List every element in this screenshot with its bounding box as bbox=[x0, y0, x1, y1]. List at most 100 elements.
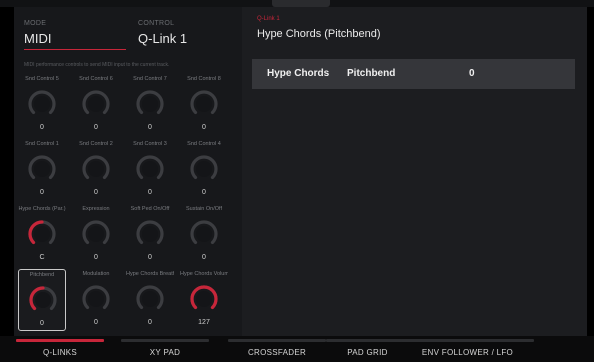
qlink-knob-15[interactable]: Hype Chords Breath 0 bbox=[126, 269, 174, 331]
knob-value: 0 bbox=[94, 124, 98, 131]
tab-indicator bbox=[121, 339, 209, 342]
knob-label: Pitchbend bbox=[29, 272, 55, 278]
knob-dial[interactable] bbox=[78, 216, 114, 252]
mode-label: MODE bbox=[24, 20, 47, 27]
tab-crossfader[interactable]: CROSSFADER bbox=[222, 336, 332, 362]
knob-center bbox=[196, 291, 212, 307]
qlink-knob-13[interactable]: Pitchbend 0 bbox=[18, 269, 66, 331]
knob-label: Modulation bbox=[82, 271, 110, 277]
knob-dial[interactable] bbox=[186, 86, 222, 122]
knob-dial[interactable] bbox=[186, 281, 222, 317]
knob-dial[interactable] bbox=[186, 151, 222, 187]
bottom-tab-bar: Q-LINKS XY PAD CROSSFADER PAD GRID ENV FOLLO… bbox=[0, 336, 594, 362]
top-handle[interactable] bbox=[272, 0, 330, 7]
qlink-knob-5[interactable]: Snd Control 1 0 bbox=[18, 139, 66, 201]
qlink-knob-7[interactable]: Snd Control 3 0 bbox=[126, 139, 174, 201]
knob-center bbox=[88, 161, 104, 177]
qlink-knob-16[interactable]: Hype Chords Volume 127 bbox=[180, 269, 228, 331]
knob-value: 0 bbox=[40, 124, 44, 131]
knob-center bbox=[142, 96, 158, 112]
knob-dial[interactable] bbox=[132, 216, 168, 252]
mode-underline bbox=[24, 49, 126, 50]
knob-label: Hype Chords Volume bbox=[180, 271, 228, 277]
qlink-knob-1[interactable]: Snd Control 5 0 bbox=[18, 74, 66, 136]
tab-env-follower-lfo[interactable]: ENV FOLLOWER / LFO bbox=[395, 336, 540, 362]
qlink-knob-9[interactable]: Hype Chords (Par.) C bbox=[18, 204, 66, 266]
knob-label: Hype Chords (Par.) bbox=[18, 206, 66, 212]
knob-value: 0 bbox=[148, 124, 152, 131]
qlink-knob-3[interactable]: Snd Control 7 0 bbox=[126, 74, 174, 136]
knob-label: Snd Control 2 bbox=[79, 141, 113, 147]
mode-value[interactable]: MIDI bbox=[24, 31, 51, 46]
tab-indicator bbox=[228, 339, 326, 342]
tab-label: Q-LINKS bbox=[42, 348, 78, 357]
knob-center bbox=[34, 96, 50, 112]
param-row[interactable]: Hype Chords Pitchbend 0 bbox=[252, 59, 575, 89]
knob-dial[interactable] bbox=[186, 216, 222, 252]
knob-value: 0 bbox=[40, 320, 44, 327]
knob-dial[interactable] bbox=[24, 216, 60, 252]
tab-indicator bbox=[16, 339, 104, 342]
tab-q-links[interactable]: Q-LINKS bbox=[10, 336, 110, 362]
qlink-knob-4[interactable]: Snd Control 8 0 bbox=[180, 74, 228, 136]
detail-panel: Q-Link 1 Hype Chords (Pitchbend) Hype Ch… bbox=[242, 7, 587, 336]
knob-value: 0 bbox=[94, 319, 98, 326]
param-type: Pitchbend bbox=[347, 68, 396, 79]
tab-indicator bbox=[401, 339, 534, 342]
knob-value: 0 bbox=[202, 124, 206, 131]
knob-label: Snd Control 7 bbox=[133, 76, 167, 82]
knob-center bbox=[142, 226, 158, 242]
knob-label: Hype Chords Breath bbox=[126, 271, 174, 277]
knob-dial[interactable] bbox=[24, 151, 60, 187]
knob-label: Snd Control 5 bbox=[25, 76, 59, 82]
control-value[interactable]: Q-Link 1 bbox=[138, 31, 187, 46]
qlink-title: Hype Chords (Pitchbend) bbox=[257, 28, 381, 40]
knob-center bbox=[34, 226, 50, 242]
knob-dial[interactable] bbox=[24, 86, 60, 122]
knob-value: 0 bbox=[40, 189, 44, 196]
knob-label: Sustain On/Off bbox=[186, 206, 222, 212]
qlink-knob-10[interactable]: Expression 0 bbox=[72, 204, 120, 266]
knob-center bbox=[34, 161, 50, 177]
knob-dial[interactable] bbox=[78, 151, 114, 187]
knob-center bbox=[35, 292, 51, 308]
knob-dial[interactable] bbox=[132, 86, 168, 122]
knob-center bbox=[196, 161, 212, 177]
knob-dial[interactable] bbox=[78, 86, 114, 122]
knob-label: Snd Control 6 bbox=[79, 76, 113, 82]
knob-value: 0 bbox=[202, 189, 206, 196]
qlink-knob-panel: MODE MIDI CONTROL Q-Link 1 MIDI performa… bbox=[14, 7, 242, 336]
knob-center bbox=[88, 96, 104, 112]
tab-label: CROSSFADER bbox=[247, 348, 307, 357]
control-label: CONTROL bbox=[138, 20, 175, 27]
qlink-knob-8[interactable]: Snd Control 4 0 bbox=[180, 139, 228, 201]
knob-value: 0 bbox=[94, 254, 98, 261]
tab-xy-pad[interactable]: XY PAD bbox=[115, 336, 215, 362]
knob-center bbox=[88, 226, 104, 242]
knob-value: 0 bbox=[148, 189, 152, 196]
qlink-knob-12[interactable]: Sustain On/Off 0 bbox=[180, 204, 228, 266]
knob-value: C bbox=[39, 254, 45, 261]
knob-label: Expression bbox=[82, 206, 110, 212]
knob-value: 0 bbox=[148, 254, 152, 261]
knob-label: Snd Control 3 bbox=[133, 141, 167, 147]
qlink-knob-14[interactable]: Modulation 0 bbox=[72, 269, 120, 331]
knob-center bbox=[88, 291, 104, 307]
knob-center bbox=[142, 291, 158, 307]
knob-dial[interactable] bbox=[25, 282, 61, 318]
knob-dial[interactable] bbox=[132, 151, 168, 187]
help-text: MIDI performance controls to send MIDI i… bbox=[24, 62, 170, 68]
qlink-knob-2[interactable]: Snd Control 6 0 bbox=[72, 74, 120, 136]
tab-label: XY PAD bbox=[149, 348, 181, 357]
qlink-knob-11[interactable]: Soft Ped On/Off 0 bbox=[126, 204, 174, 266]
knob-dial[interactable] bbox=[132, 281, 168, 317]
qlink-knob-6[interactable]: Snd Control 2 0 bbox=[72, 139, 120, 201]
screen: MODE MIDI CONTROL Q-Link 1 MIDI performa… bbox=[0, 0, 594, 362]
top-strip bbox=[0, 0, 594, 7]
knob-value: 127 bbox=[198, 319, 210, 326]
knob-dial[interactable] bbox=[78, 281, 114, 317]
knob-center bbox=[196, 226, 212, 242]
knob-center bbox=[196, 96, 212, 112]
knob-label: Snd Control 4 bbox=[187, 141, 221, 147]
tab-label: ENV FOLLOWER / LFO bbox=[421, 348, 514, 357]
